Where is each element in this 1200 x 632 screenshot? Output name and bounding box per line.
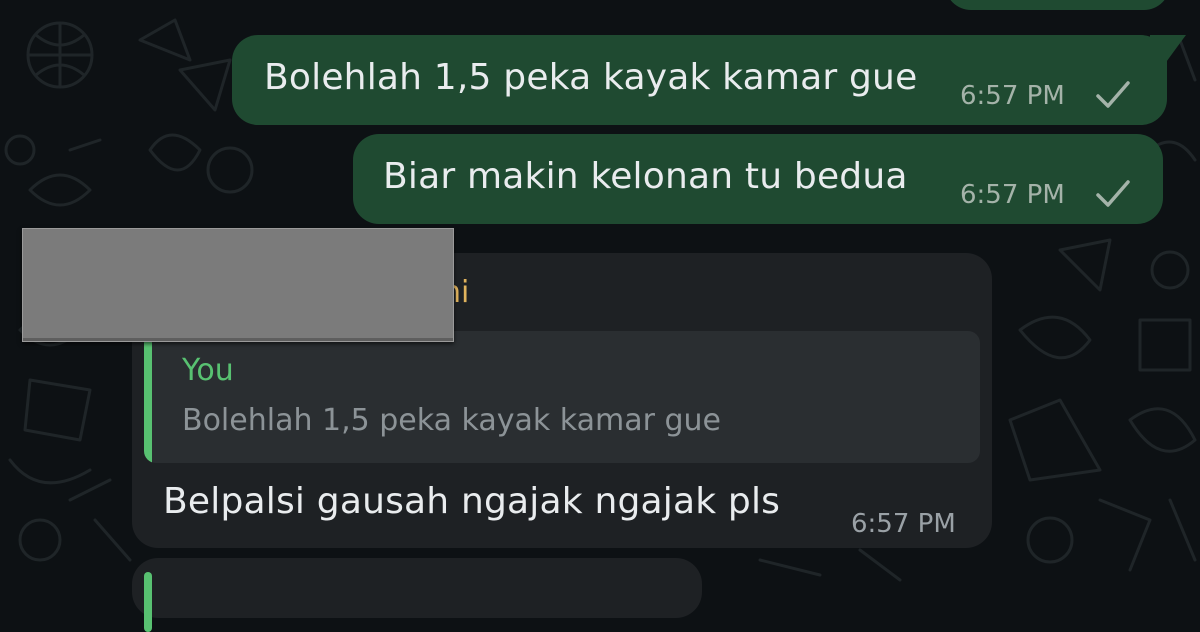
message-text: Bolehlah 1,5 peka kayak kamar gue <box>264 57 918 98</box>
outgoing-message-bubble[interactable]: Bolehlah 1,5 peka kayak kamar gue 6:57 P… <box>232 35 1167 125</box>
redacted-sender-block <box>22 228 454 342</box>
bubble-tail <box>1150 35 1186 65</box>
previous-message-bubble <box>945 0 1170 10</box>
quoted-text: Bolehlah 1,5 peka kayak kamar gue <box>182 403 722 438</box>
message-text: Biar makin kelonan tu bedua <box>383 156 908 197</box>
single-check-icon <box>1096 180 1130 207</box>
quoted-author: You <box>182 353 234 388</box>
quote-accent-bar <box>144 331 152 463</box>
quoted-message[interactable]: You Bolehlah 1,5 peka kayak kamar gue <box>144 331 980 463</box>
outgoing-message-bubble[interactable]: Biar makin kelonan tu bedua 6:57 PM <box>353 134 1163 224</box>
message-time: 6:57 PM <box>960 180 1065 210</box>
message-text: Belpalsi gausah ngajak ngajak pls <box>163 481 781 522</box>
quote-accent-bar <box>144 572 152 632</box>
message-time: 6:57 PM <box>851 509 956 539</box>
next-message-bubble <box>132 558 702 632</box>
message-time: 6:57 PM <box>960 81 1065 111</box>
single-check-icon <box>1096 81 1130 108</box>
